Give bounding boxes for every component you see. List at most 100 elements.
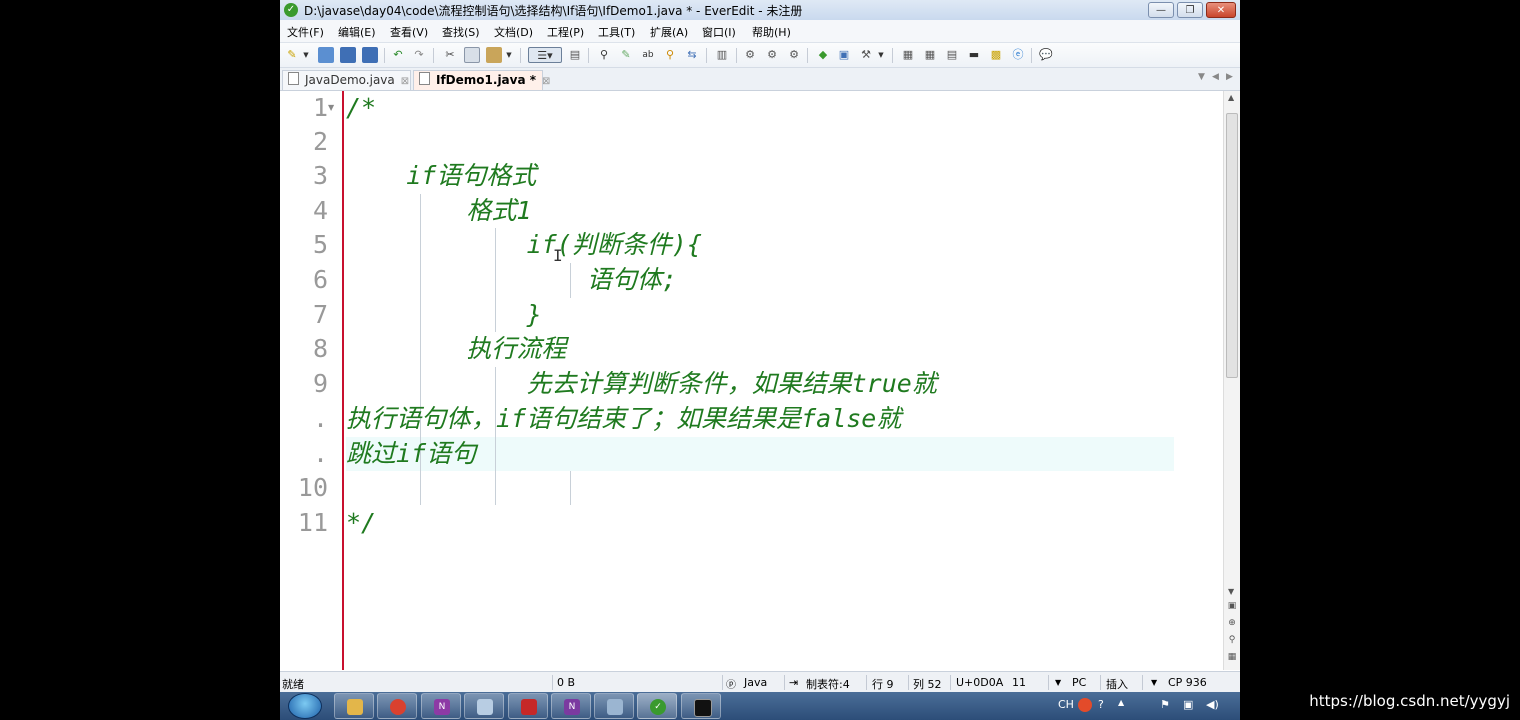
about-icon[interactable]: 💬 bbox=[1038, 47, 1054, 63]
tab-scroll-left-icon[interactable]: ◀ bbox=[1212, 72, 1219, 82]
toolbar-separator bbox=[520, 48, 521, 63]
zoom-out-icon[interactable]: ▦ bbox=[1227, 652, 1237, 662]
redo-icon[interactable]: ↷ bbox=[411, 47, 427, 63]
codepage-dropdown-icon[interactable]: ▼ bbox=[1151, 678, 1157, 687]
code-editor[interactable]: ▼ 1 2 3 4 5 6 7 8 9 . . 10 11 /* if语句格式 bbox=[280, 91, 1223, 670]
taskbar-cmd[interactable] bbox=[681, 693, 721, 719]
paste-dropdown-icon[interactable]: ▼ bbox=[505, 47, 513, 63]
paste-icon[interactable] bbox=[486, 47, 502, 63]
menu-help[interactable]: 帮助(H) bbox=[752, 24, 791, 40]
macro-repeat-icon[interactable]: ⚙ bbox=[786, 47, 802, 63]
taskbar-notepad[interactable] bbox=[464, 693, 504, 719]
zoom-in-icon[interactable]: ⊕ bbox=[1227, 618, 1237, 628]
macro-play-icon[interactable]: ⚙ bbox=[764, 47, 780, 63]
toolbar-separator bbox=[588, 48, 589, 63]
output-window-icon[interactable]: ▣ bbox=[836, 47, 852, 63]
tab-close-icon[interactable]: ⊠ bbox=[401, 76, 409, 87]
menu-project[interactable]: 工程(P) bbox=[547, 24, 584, 40]
new-dropdown-icon[interactable]: ▼ bbox=[302, 47, 310, 63]
status-char-code: U+0D0A bbox=[956, 676, 1004, 689]
find-icon[interactable]: ⚲ bbox=[596, 47, 612, 63]
menu-view[interactable]: 查看(V) bbox=[390, 24, 428, 40]
taskbar-chrome[interactable] bbox=[377, 693, 417, 719]
save-all-icon[interactable] bbox=[362, 47, 378, 63]
save-icon[interactable] bbox=[340, 47, 356, 63]
taskbar-onenote[interactable]: N bbox=[551, 693, 591, 719]
goto-icon[interactable]: ⇆ bbox=[684, 47, 700, 63]
tools-dropdown-icon[interactable]: ▼ bbox=[877, 47, 885, 63]
browser-preview-icon[interactable]: ⓔ bbox=[1010, 47, 1026, 63]
zoom-reset-icon[interactable]: ⚲ bbox=[1227, 635, 1237, 645]
macro-record-icon[interactable]: ⚙ bbox=[742, 47, 758, 63]
bookmark-icon[interactable]: ▥ bbox=[714, 47, 730, 63]
menu-edit[interactable]: 编辑(E) bbox=[338, 24, 376, 40]
menu-document[interactable]: 文档(D) bbox=[494, 24, 533, 40]
snippets-icon[interactable]: ▩ bbox=[988, 47, 1004, 63]
status-language[interactable]: Java bbox=[744, 676, 767, 689]
start-button[interactable] bbox=[288, 693, 322, 719]
taskbar-paint[interactable] bbox=[594, 693, 634, 719]
status-ready: 就绪 bbox=[282, 678, 304, 691]
tray-expand-icon[interactable]: ▲ bbox=[1118, 698, 1124, 707]
run-icon[interactable]: ◆ bbox=[815, 47, 831, 63]
copy-icon[interactable] bbox=[464, 47, 480, 63]
tab-ifdemo1[interactable]: IfDemo1.java * ⊠ bbox=[413, 70, 550, 90]
menu-extensions[interactable]: 扩展(A) bbox=[650, 24, 688, 40]
wrap-mode-icon[interactable]: ☰▾ bbox=[528, 47, 562, 63]
line-number: 9 bbox=[312, 369, 328, 398]
tab-javademo[interactable]: JavaDemo.java ⊠ bbox=[282, 70, 411, 90]
mouse-ibeam-cursor: I bbox=[553, 246, 563, 265]
sogou-input-icon[interactable] bbox=[1078, 698, 1092, 712]
cut-icon[interactable]: ✂ bbox=[442, 47, 458, 63]
scroll-down-icon[interactable]: ▼ bbox=[1228, 587, 1234, 596]
tools-icon[interactable]: ⚒ bbox=[858, 47, 874, 63]
replace-icon[interactable]: ✎ bbox=[618, 47, 634, 63]
wrap-marker: . bbox=[312, 404, 328, 433]
find-next-icon[interactable]: ⚲ bbox=[662, 47, 678, 63]
code-area[interactable]: /* if语句格式 格式1 if(判断条件){ 语句体; } 执行流程 先去计算… bbox=[346, 91, 1223, 670]
open-file-icon[interactable] bbox=[318, 47, 334, 63]
taskbar-pdf[interactable] bbox=[508, 693, 548, 719]
status-line-ending[interactable]: PC bbox=[1072, 676, 1086, 689]
fold-arrow-icon[interactable]: ▼ bbox=[328, 103, 334, 112]
status-insert-mode[interactable]: 插入 bbox=[1106, 676, 1128, 692]
status-tab-setting[interactable]: 制表符:4 bbox=[806, 676, 850, 692]
restore-button[interactable]: ❐ bbox=[1177, 2, 1203, 18]
network-icon[interactable]: ▣ bbox=[1183, 698, 1193, 711]
status-divider bbox=[1100, 675, 1101, 690]
line-number: 8 bbox=[312, 334, 328, 363]
scroll-up-icon[interactable]: ▲ bbox=[1228, 93, 1234, 102]
taskbar-explorer[interactable] bbox=[334, 693, 374, 719]
menu-find[interactable]: 查找(S) bbox=[442, 24, 480, 40]
close-button[interactable]: ✕ bbox=[1206, 2, 1236, 18]
scrollbar-thumb[interactable] bbox=[1226, 113, 1238, 378]
tray-language[interactable]: CH bbox=[1058, 698, 1074, 711]
undo-icon[interactable]: ↶ bbox=[390, 47, 406, 63]
line-ending-dropdown-icon[interactable]: ▼ bbox=[1055, 678, 1061, 687]
file-tree-icon[interactable]: ▦ bbox=[922, 47, 938, 63]
menu-tools[interactable]: 工具(T) bbox=[598, 24, 635, 40]
action-center-icon[interactable]: ⚑ bbox=[1160, 698, 1170, 711]
minimize-button[interactable]: — bbox=[1148, 2, 1174, 18]
status-divider bbox=[866, 675, 867, 690]
tab-scroll-right-icon[interactable]: ▶ bbox=[1226, 72, 1233, 82]
taskbar-everedit[interactable]: ✓ bbox=[637, 693, 677, 719]
volume-icon[interactable]: ◀) bbox=[1206, 698, 1219, 711]
tab-close-icon[interactable]: ⊠ bbox=[542, 76, 550, 87]
outline-icon[interactable]: ▦ bbox=[900, 47, 916, 63]
tab-list-dropdown-icon[interactable]: ▼ bbox=[1198, 72, 1205, 82]
clipboard-history-icon[interactable]: ▤ bbox=[944, 47, 960, 63]
status-codepage[interactable]: CP 936 bbox=[1168, 676, 1207, 689]
menu-window[interactable]: 窗口(I) bbox=[702, 24, 736, 40]
menu-file[interactable]: 文件(F) bbox=[287, 24, 324, 40]
split-view-icon[interactable]: ▣ bbox=[1227, 601, 1237, 611]
column-mode-icon[interactable]: ▤ bbox=[567, 47, 583, 63]
new-file-icon[interactable]: ✎ bbox=[284, 47, 300, 63]
help-icon[interactable]: ? bbox=[1098, 698, 1104, 711]
taskbar-onenote-nx[interactable]: N bbox=[421, 693, 461, 719]
find-in-files-icon[interactable]: ab bbox=[640, 47, 656, 63]
console-icon[interactable]: ▬ bbox=[966, 47, 982, 63]
vertical-scrollbar[interactable]: ▲ ▼ ▣ ⊕ ⚲ ▦ bbox=[1223, 91, 1240, 670]
status-bar: 就绪 0 B ⓟ Java ⇥ 制表符:4 行 9 列 52 U+0D0A 11… bbox=[280, 671, 1240, 692]
paint-icon bbox=[607, 699, 623, 715]
